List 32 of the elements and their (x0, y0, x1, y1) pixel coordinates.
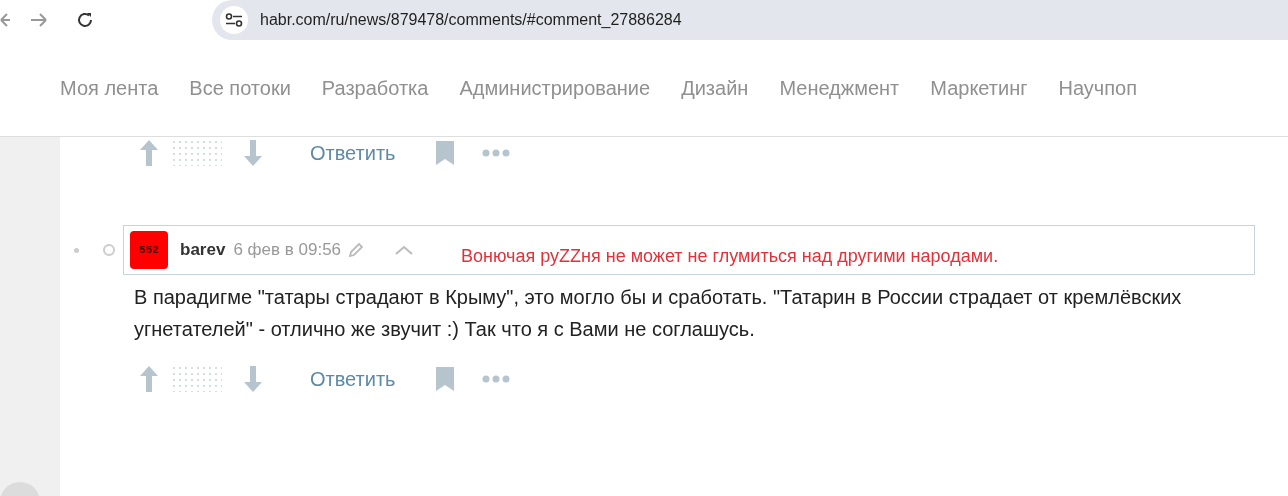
upvote-icon[interactable] (140, 366, 158, 392)
thread-circle (103, 244, 115, 256)
address-bar[interactable]: habr.com/ru/news/879478/comments/#comment_27886284 (212, 0, 1288, 40)
downvote-icon[interactable] (244, 366, 262, 392)
avatar[interactable]: 552 (130, 231, 168, 269)
site-settings-icon[interactable] (220, 6, 248, 34)
comment-text: В парадигме "татары страдают в Крыму", это могло бы и сработать. "Татарин в России страдает от кремлёвских угнетателей" - отлично же звучит :) Так что я с Вами не соглашусь. (133, 285, 1183, 342)
nav-link[interactable]: Моя лента (60, 73, 159, 103)
downvote-icon[interactable] (244, 140, 262, 166)
bookmark-icon[interactable] (435, 141, 454, 165)
nav-link[interactable]: Все потоки (189, 73, 291, 103)
more-icon[interactable] (481, 149, 510, 157)
nav-link[interactable]: Научпоп (1058, 73, 1138, 103)
nav-link[interactable]: Администрирование (459, 73, 651, 103)
chevron-up-icon[interactable] (395, 245, 414, 255)
upvote-icon[interactable] (140, 140, 158, 166)
user-signature: Вонючая руZZня не может не глумиться над другими народами. (461, 244, 999, 268)
comment-time[interactable]: 6 фев в 09:56 (233, 237, 342, 263)
author-link[interactable]: barev (180, 237, 226, 263)
bookmark-icon[interactable] (435, 367, 454, 391)
nav-link[interactable]: Менеджмент (779, 73, 900, 103)
more-icon[interactable] (481, 375, 510, 383)
reload-icon[interactable] (76, 11, 94, 29)
reply-link[interactable]: Ответить (310, 364, 396, 394)
nav-link[interactable]: Маркетинг (930, 73, 1028, 103)
forward-icon[interactable] (30, 12, 48, 28)
thread-dot (74, 247, 79, 253)
reply-link[interactable]: Ответить (310, 138, 396, 168)
nav-link[interactable]: Дизайн (681, 73, 749, 103)
pencil-icon[interactable] (347, 241, 366, 259)
back-icon[interactable] (0, 12, 10, 28)
nav-link[interactable]: Разработка (321, 73, 429, 103)
